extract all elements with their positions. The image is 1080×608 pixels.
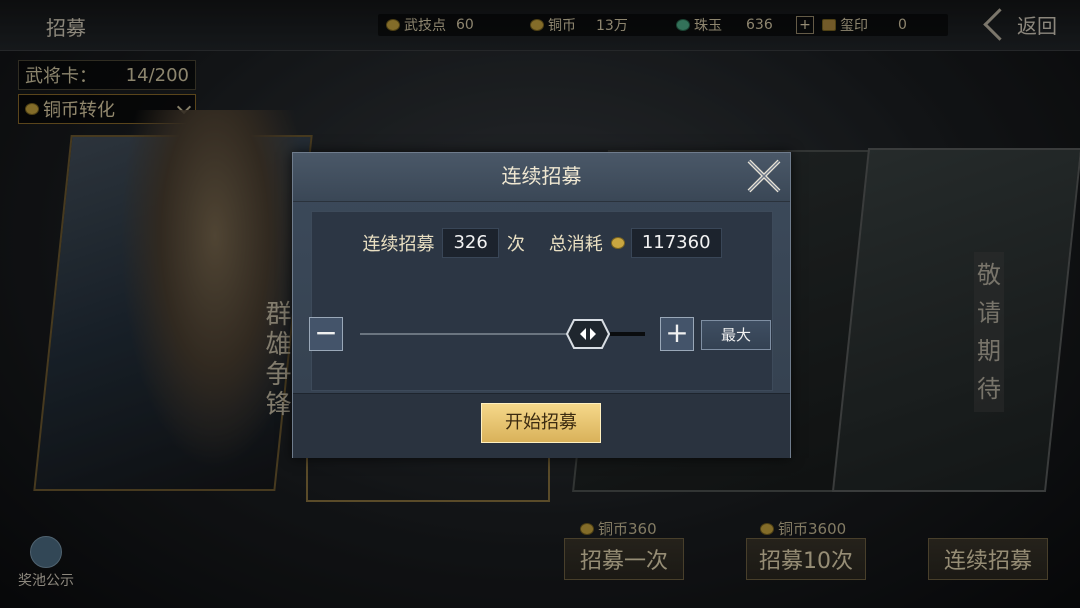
copper-coin-icon [610, 237, 625, 249]
close-icon[interactable] [743, 155, 785, 197]
count-value: 326 [442, 228, 499, 258]
increment-button[interactable]: + [660, 317, 694, 351]
count-label: 连续招募 [362, 234, 435, 255]
decrement-button[interactable]: − [309, 317, 343, 351]
total-cost-value: 117360 [630, 228, 722, 258]
max-button[interactable]: 最大 [701, 320, 771, 350]
recruit-summary: 连续招募 326 次 总消耗 117360 [312, 228, 772, 258]
dialog-title: 连续招募 [293, 153, 790, 202]
slider-thumb[interactable] [566, 319, 610, 349]
start-recruit-button[interactable]: 开始招募 [481, 403, 601, 443]
count-unit: 次 [506, 234, 525, 255]
continuous-recruit-dialog: 连续招募 连续招募 326 次 总消耗 117360 − + 最大 开始招募 [292, 152, 791, 458]
total-cost-label: 总消耗 [548, 234, 603, 255]
slider-track-remaining [610, 332, 645, 336]
dialog-body: 连续招募 326 次 总消耗 117360 [311, 211, 773, 391]
